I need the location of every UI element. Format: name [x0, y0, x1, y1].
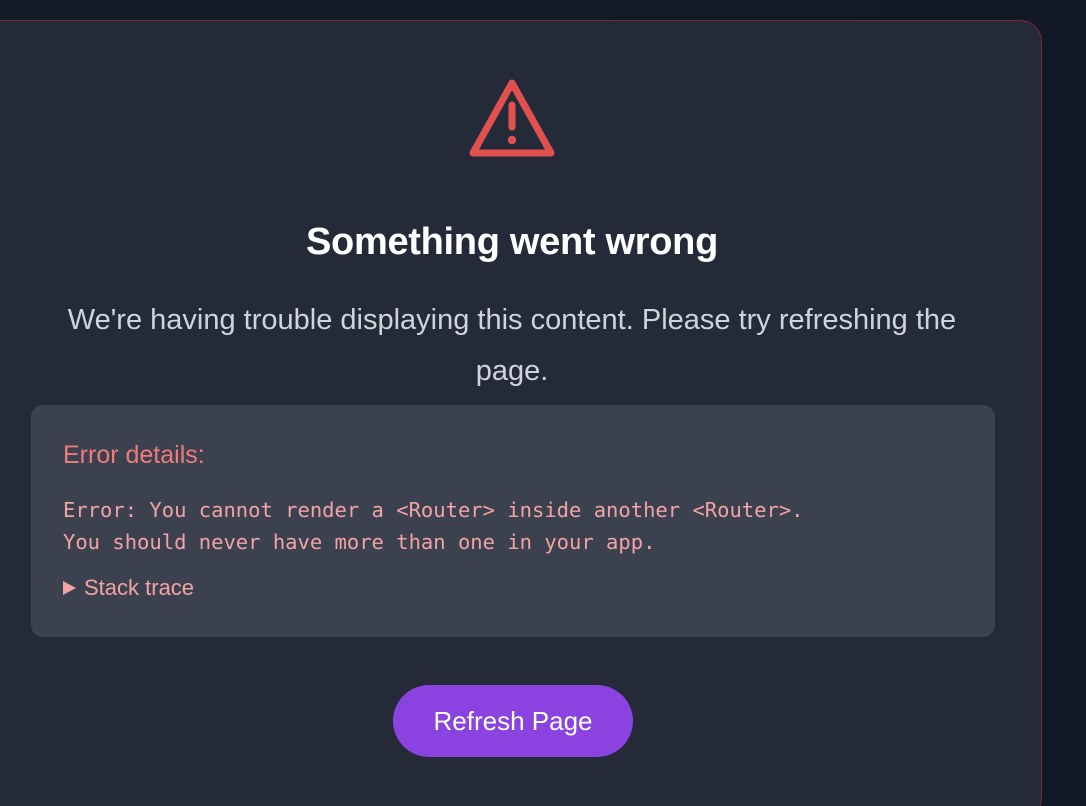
stack-trace-label: Stack trace [84, 575, 195, 600]
stack-trace-toggle[interactable]: Stack trace [63, 575, 194, 601]
error-details-text: Error: You cannot render a <Router> insi… [63, 498, 804, 554]
error-details-panel: Error details: Error: You cannot render … [31, 405, 995, 637]
warning-triangle-icon [469, 79, 555, 157]
page: Something went wrong We're having troubl… [0, 0, 1086, 806]
error-title: Something went wrong [306, 221, 718, 263]
error-details-heading: Error details: [63, 441, 205, 469]
refresh-page-button[interactable]: Refresh Page [393, 685, 633, 757]
error-card: Something went wrong We're having troubl… [0, 20, 1042, 806]
disclosure-triangle-icon [63, 581, 76, 595]
error-message: We're having trouble displaying this con… [67, 304, 957, 387]
